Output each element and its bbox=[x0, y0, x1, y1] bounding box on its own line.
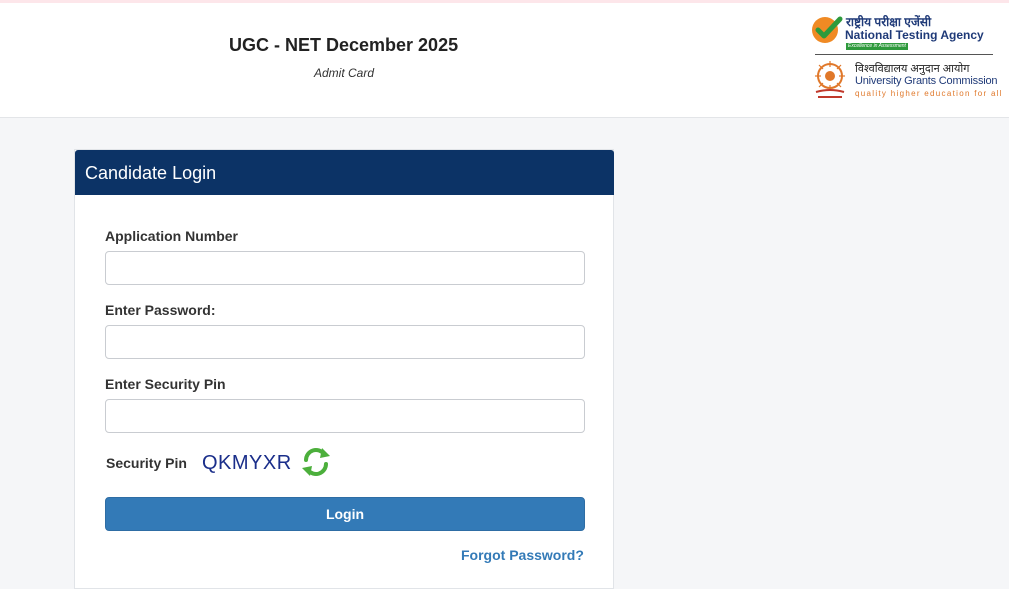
security-pin-input[interactable] bbox=[105, 399, 585, 433]
nta-name: National Testing Agency bbox=[845, 28, 984, 42]
page-title: UGC - NET December 2025 bbox=[229, 35, 459, 55]
login-card-title: Candidate Login bbox=[85, 163, 217, 183]
ugc-tagline: quality higher education for all bbox=[855, 89, 1003, 98]
ugc-logo-icon bbox=[815, 61, 845, 98]
forgot-password-link[interactable]: Forgot Password? bbox=[461, 547, 584, 563]
ugc-hindi-name: विश्वविद्यालय अनुदान आयोग bbox=[855, 63, 970, 75]
page-header: UGC - NET December 2025 Admit Card राष्ट… bbox=[0, 3, 1009, 118]
security-pin-label: Enter Security Pin bbox=[105, 376, 226, 392]
nta-logo-icon bbox=[812, 16, 843, 43]
nta-tagline: Excellence in Assessment bbox=[846, 43, 908, 50]
captcha-label: Security Pin bbox=[106, 455, 187, 471]
captcha-code: QKMYXR bbox=[202, 452, 292, 474]
logo-divider bbox=[815, 54, 993, 55]
refresh-icon[interactable] bbox=[300, 446, 332, 478]
candidate-login-card: Candidate Login Application Number Enter… bbox=[74, 149, 614, 589]
application-number-input[interactable] bbox=[105, 251, 585, 285]
application-number-label: Application Number bbox=[105, 228, 239, 244]
page-subtitle: Admit Card bbox=[314, 66, 375, 80]
password-label: Enter Password: bbox=[105, 302, 216, 318]
agency-logos: राष्ट्रीय परीक्षा एजेंसी National Testin… bbox=[810, 13, 1005, 105]
login-button[interactable]: Login bbox=[105, 497, 585, 531]
ugc-name: University Grants Commission bbox=[855, 75, 998, 87]
login-card-header: Candidate Login bbox=[75, 150, 614, 195]
password-input[interactable] bbox=[105, 325, 585, 359]
